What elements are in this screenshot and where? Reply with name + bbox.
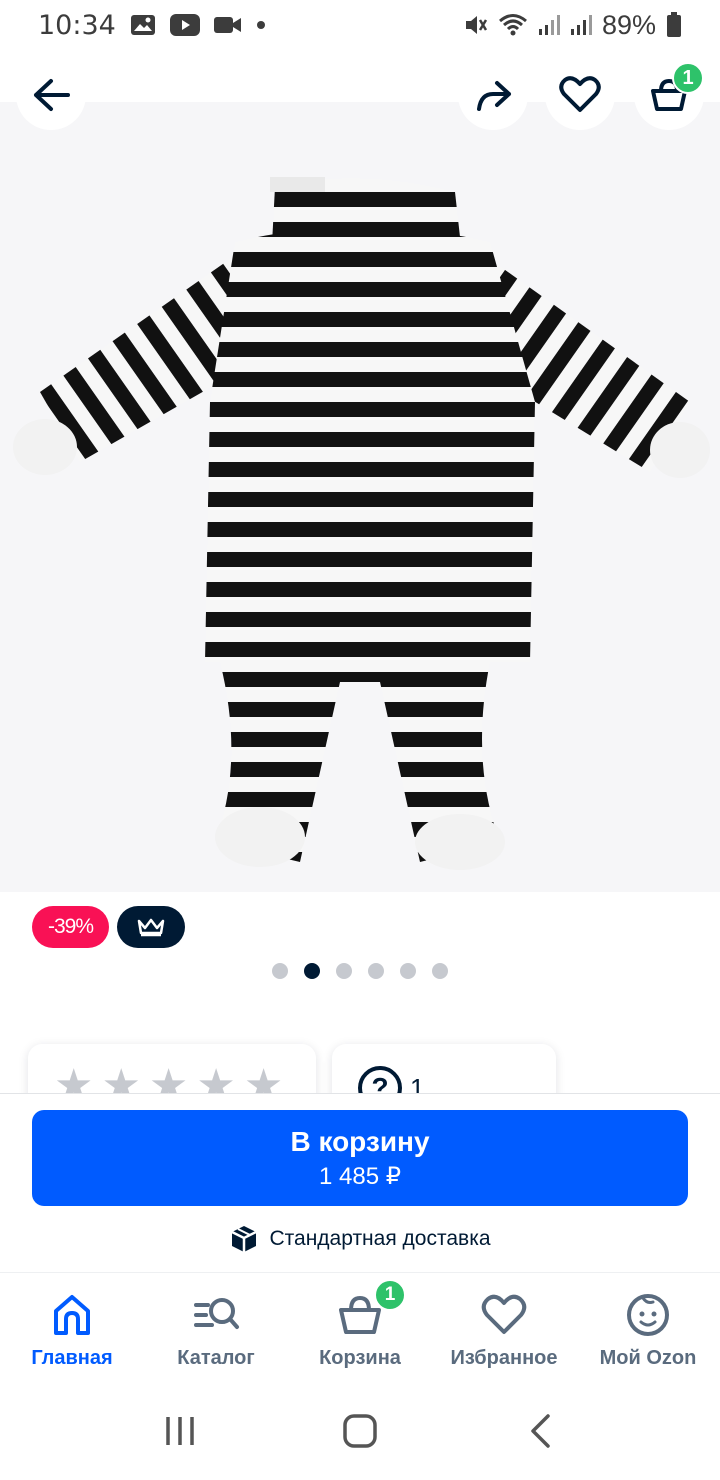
cart-top-button[interactable]: 1: [634, 60, 704, 130]
nav-favorites-label: Избранное: [450, 1347, 558, 1369]
share-button[interactable]: [458, 60, 528, 130]
nav-favorites[interactable]: Избранное: [432, 1273, 576, 1382]
mute-icon: [462, 12, 488, 38]
nav-cart[interactable]: 1 Корзина: [288, 1273, 432, 1382]
home-icon: [54, 1295, 90, 1335]
share-icon: [477, 81, 511, 111]
discount-badge: -39%: [32, 906, 110, 948]
video-call-notification-icon: [213, 15, 242, 35]
product-photo: [13, 177, 710, 870]
signal-icon-2: [570, 13, 592, 37]
youtube-notification-icon: [169, 14, 200, 36]
pager-dot[interactable]: [368, 963, 384, 979]
delivery-info[interactable]: Стандартная доставка: [0, 1224, 720, 1254]
cart-count-badge: 1: [672, 62, 704, 94]
nav-my-ozon[interactable]: Мой Ozon: [576, 1273, 720, 1382]
favorite-button[interactable]: [545, 60, 615, 130]
catalog-search-icon: [194, 1298, 239, 1329]
profile-face-icon: [627, 1294, 669, 1336]
buy-panel: В корзину 1 485 ₽ Стандартная доставка: [0, 1093, 720, 1271]
nav-home-label: Главная: [31, 1347, 113, 1369]
status-bar: 10:34 89%: [0, 0, 720, 50]
image-pager: [0, 963, 720, 979]
recent-apps-icon: [166, 1417, 194, 1445]
back-system-button[interactable]: [510, 1401, 570, 1461]
home-square-icon: [343, 1414, 377, 1448]
pager-dot[interactable]: [336, 963, 352, 979]
nav-cart-label: Корзина: [319, 1347, 401, 1369]
crown-icon: [137, 918, 165, 937]
pager-dot[interactable]: [272, 963, 288, 979]
price-label: 1 485 ₽: [319, 1162, 401, 1190]
gallery-notification-icon: [130, 13, 156, 37]
pager-dot-active[interactable]: [304, 963, 320, 979]
product-badges: -39%: [32, 906, 186, 948]
chevron-left-icon: [531, 1414, 550, 1448]
home-system-button[interactable]: [330, 1401, 390, 1461]
heart-icon: [481, 1294, 527, 1334]
delivery-label: Стандартная доставка: [269, 1227, 491, 1250]
premium-badge: [117, 906, 186, 948]
pager-dot[interactable]: [400, 963, 416, 979]
nav-home[interactable]: Главная: [0, 1273, 144, 1382]
nav-cart-badge: 1: [374, 1279, 406, 1311]
nav-catalog[interactable]: Каталог: [144, 1273, 288, 1382]
box-icon: [231, 1226, 258, 1252]
battery-icon: [666, 12, 682, 38]
status-time: 10:34: [38, 9, 116, 41]
pager-dot[interactable]: [432, 963, 448, 979]
bottom-navigation: Главная Каталог 1 Корзина Избранное Мой …: [0, 1272, 720, 1382]
signal-icon-1: [538, 13, 560, 37]
battery-percent: 89%: [601, 9, 656, 40]
system-navigation-bar: [0, 1382, 720, 1480]
add-to-cart-label: В корзину: [290, 1125, 430, 1157]
more-notifications-icon: [256, 20, 266, 30]
heart-icon: [559, 76, 601, 112]
back-button[interactable]: [16, 60, 86, 130]
product-image-gallery[interactable]: [0, 102, 720, 892]
nav-my-ozon-label: Мой Ozon: [599, 1347, 697, 1369]
nav-catalog-label: Каталог: [177, 1347, 255, 1369]
arrow-left-icon: [34, 79, 70, 111]
add-to-cart-button[interactable]: В корзину 1 485 ₽: [32, 1110, 688, 1206]
wifi-icon: [498, 13, 528, 37]
recent-apps-button[interactable]: [150, 1401, 210, 1461]
